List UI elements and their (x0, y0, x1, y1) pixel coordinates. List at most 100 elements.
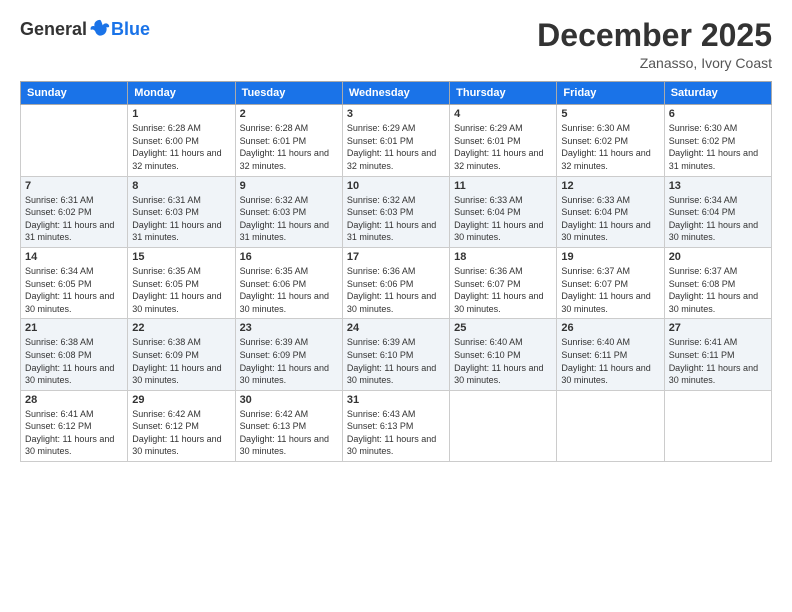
day-info: Sunrise: 6:40 AMSunset: 6:10 PMDaylight:… (454, 336, 552, 386)
day-number: 19 (561, 251, 659, 263)
calendar-cell: 13Sunrise: 6:34 AMSunset: 6:04 PMDayligh… (664, 176, 771, 247)
calendar-row-3: 21Sunrise: 6:38 AMSunset: 6:08 PMDayligh… (21, 319, 772, 390)
title-section: December 2025 Zanasso, Ivory Coast (537, 18, 772, 71)
calendar-cell: 30Sunrise: 6:42 AMSunset: 6:13 PMDayligh… (235, 390, 342, 461)
day-number: 23 (240, 322, 338, 334)
calendar-cell (21, 105, 128, 176)
day-info: Sunrise: 6:38 AMSunset: 6:09 PMDaylight:… (132, 336, 230, 386)
calendar-header-wednesday: Wednesday (342, 82, 449, 105)
calendar-cell: 7 Sunrise: 6:31 AMSunset: 6:02 PMDaylight… (21, 176, 128, 247)
calendar-cell: 21Sunrise: 6:38 AMSunset: 6:08 PMDayligh… (21, 319, 128, 390)
day-number: 12 (561, 180, 659, 192)
day-info: Sunrise: 6:34 AMSunset: 6:05 PMDaylight:… (25, 265, 123, 315)
day-number: 2 (240, 108, 338, 120)
day-number: 17 (347, 251, 445, 263)
page: General Blue December 2025 Zanasso, Ivor… (0, 0, 792, 612)
day-number: 6 (669, 108, 767, 120)
day-number: 20 (669, 251, 767, 263)
day-number: 1 (132, 108, 230, 120)
day-number: 18 (454, 251, 552, 263)
calendar-cell: 2 Sunrise: 6:28 AMSunset: 6:01 PMDaylight… (235, 105, 342, 176)
day-number: 22 (132, 322, 230, 334)
calendar-cell: 15 Sunrise: 6:35 AMSunset: 6:05 PMDayligh… (128, 247, 235, 318)
day-info: Sunrise: 6:29 AMSunset: 6:01 PMDaylight:… (454, 122, 552, 172)
day-number: 16 (240, 251, 338, 263)
day-info: Sunrise: 6:28 AMSunset: 6:01 PMDaylight:… (240, 122, 338, 172)
calendar-cell: 17 Sunrise: 6:36 AMSunset: 6:06 PMDayligh… (342, 247, 449, 318)
day-number: 7 (25, 180, 123, 192)
day-info: Sunrise: 6:39 AMSunset: 6:09 PMDaylight:… (240, 336, 338, 386)
day-number: 26 (561, 322, 659, 334)
calendar-header-friday: Friday (557, 82, 664, 105)
logo: General Blue (20, 18, 150, 40)
day-info: Sunrise: 6:32 AMSunset: 6:03 PMDaylight:… (240, 194, 338, 244)
day-info: Sunrise: 6:42 AMSunset: 6:13 PMDaylight:… (240, 408, 338, 458)
calendar-cell: 1 Sunrise: 6:28 AMSunset: 6:00 PMDaylight… (128, 105, 235, 176)
day-info: Sunrise: 6:40 AMSunset: 6:11 PMDaylight:… (561, 336, 659, 386)
day-info: Sunrise: 6:30 AMSunset: 6:02 PMDaylight:… (669, 122, 767, 172)
calendar-cell: 24Sunrise: 6:39 AMSunset: 6:10 PMDayligh… (342, 319, 449, 390)
calendar-header-tuesday: Tuesday (235, 82, 342, 105)
calendar-cell: 19 Sunrise: 6:37 AMSunset: 6:07 PMDayligh… (557, 247, 664, 318)
day-info: Sunrise: 6:36 AMSunset: 6:06 PMDaylight:… (347, 265, 445, 315)
calendar-cell: 25 Sunrise: 6:40 AMSunset: 6:10 PMDayligh… (450, 319, 557, 390)
day-info: Sunrise: 6:31 AMSunset: 6:03 PMDaylight:… (132, 194, 230, 244)
calendar-cell: 9 Sunrise: 6:32 AMSunset: 6:03 PMDaylight… (235, 176, 342, 247)
calendar-cell: 14 Sunrise: 6:34 AMSunset: 6:05 PMDayligh… (21, 247, 128, 318)
day-number: 10 (347, 180, 445, 192)
calendar-row-4: 28Sunrise: 6:41 AMSunset: 6:12 PMDayligh… (21, 390, 772, 461)
calendar-cell: 23 Sunrise: 6:39 AMSunset: 6:09 PMDayligh… (235, 319, 342, 390)
calendar-cell: 3 Sunrise: 6:29 AMSunset: 6:01 PMDaylight… (342, 105, 449, 176)
day-number: 9 (240, 180, 338, 192)
calendar-cell (557, 390, 664, 461)
day-number: 14 (25, 251, 123, 263)
day-number: 27 (669, 322, 767, 334)
day-number: 15 (132, 251, 230, 263)
day-info: Sunrise: 6:33 AMSunset: 6:04 PMDaylight:… (454, 194, 552, 244)
day-number: 29 (132, 394, 230, 406)
day-info: Sunrise: 6:43 AMSunset: 6:13 PMDaylight:… (347, 408, 445, 458)
day-number: 28 (25, 394, 123, 406)
day-info: Sunrise: 6:35 AMSunset: 6:06 PMDaylight:… (240, 265, 338, 315)
calendar-cell: 22 Sunrise: 6:38 AMSunset: 6:09 PMDayligh… (128, 319, 235, 390)
main-title: December 2025 (537, 18, 772, 53)
calendar-cell: 11 Sunrise: 6:33 AMSunset: 6:04 PMDayligh… (450, 176, 557, 247)
logo-bird-icon (89, 18, 111, 40)
calendar-row-2: 14 Sunrise: 6:34 AMSunset: 6:05 PMDayligh… (21, 247, 772, 318)
calendar-cell: 4Sunrise: 6:29 AMSunset: 6:01 PMDaylight… (450, 105, 557, 176)
day-number: 31 (347, 394, 445, 406)
calendar-cell (450, 390, 557, 461)
calendar-cell: 26 Sunrise: 6:40 AMSunset: 6:11 PMDayligh… (557, 319, 664, 390)
day-info: Sunrise: 6:32 AMSunset: 6:03 PMDaylight:… (347, 194, 445, 244)
day-info: Sunrise: 6:30 AMSunset: 6:02 PMDaylight:… (561, 122, 659, 172)
calendar-header-monday: Monday (128, 82, 235, 105)
day-info: Sunrise: 6:37 AMSunset: 6:08 PMDaylight:… (669, 265, 767, 315)
calendar-cell: 18 Sunrise: 6:36 AMSunset: 6:07 PMDayligh… (450, 247, 557, 318)
day-number: 25 (454, 322, 552, 334)
day-info: Sunrise: 6:28 AMSunset: 6:00 PMDaylight:… (132, 122, 230, 172)
logo-general-text: General (20, 19, 87, 40)
header: General Blue December 2025 Zanasso, Ivor… (20, 18, 772, 71)
calendar-cell: 27Sunrise: 6:41 AMSunset: 6:11 PMDayligh… (664, 319, 771, 390)
day-info: Sunrise: 6:36 AMSunset: 6:07 PMDaylight:… (454, 265, 552, 315)
day-info: Sunrise: 6:38 AMSunset: 6:08 PMDaylight:… (25, 336, 123, 386)
day-info: Sunrise: 6:39 AMSunset: 6:10 PMDaylight:… (347, 336, 445, 386)
day-number: 5 (561, 108, 659, 120)
subtitle: Zanasso, Ivory Coast (537, 55, 772, 71)
calendar-header-row: SundayMondayTuesdayWednesdayThursdayFrid… (21, 82, 772, 105)
calendar-cell: 20 Sunrise: 6:37 AMSunset: 6:08 PMDayligh… (664, 247, 771, 318)
day-info: Sunrise: 6:29 AMSunset: 6:01 PMDaylight:… (347, 122, 445, 172)
day-info: Sunrise: 6:31 AMSunset: 6:02 PMDaylight:… (25, 194, 123, 244)
calendar-row-0: 1 Sunrise: 6:28 AMSunset: 6:00 PMDaylight… (21, 105, 772, 176)
calendar-cell: 29Sunrise: 6:42 AMSunset: 6:12 PMDayligh… (128, 390, 235, 461)
day-number: 13 (669, 180, 767, 192)
day-info: Sunrise: 6:37 AMSunset: 6:07 PMDaylight:… (561, 265, 659, 315)
day-number: 8 (132, 180, 230, 192)
day-info: Sunrise: 6:35 AMSunset: 6:05 PMDaylight:… (132, 265, 230, 315)
day-number: 11 (454, 180, 552, 192)
day-number: 3 (347, 108, 445, 120)
calendar-header-thursday: Thursday (450, 82, 557, 105)
calendar-table: SundayMondayTuesdayWednesdayThursdayFrid… (20, 81, 772, 462)
calendar-header-sunday: Sunday (21, 82, 128, 105)
calendar-cell: 5 Sunrise: 6:30 AMSunset: 6:02 PMDaylight… (557, 105, 664, 176)
